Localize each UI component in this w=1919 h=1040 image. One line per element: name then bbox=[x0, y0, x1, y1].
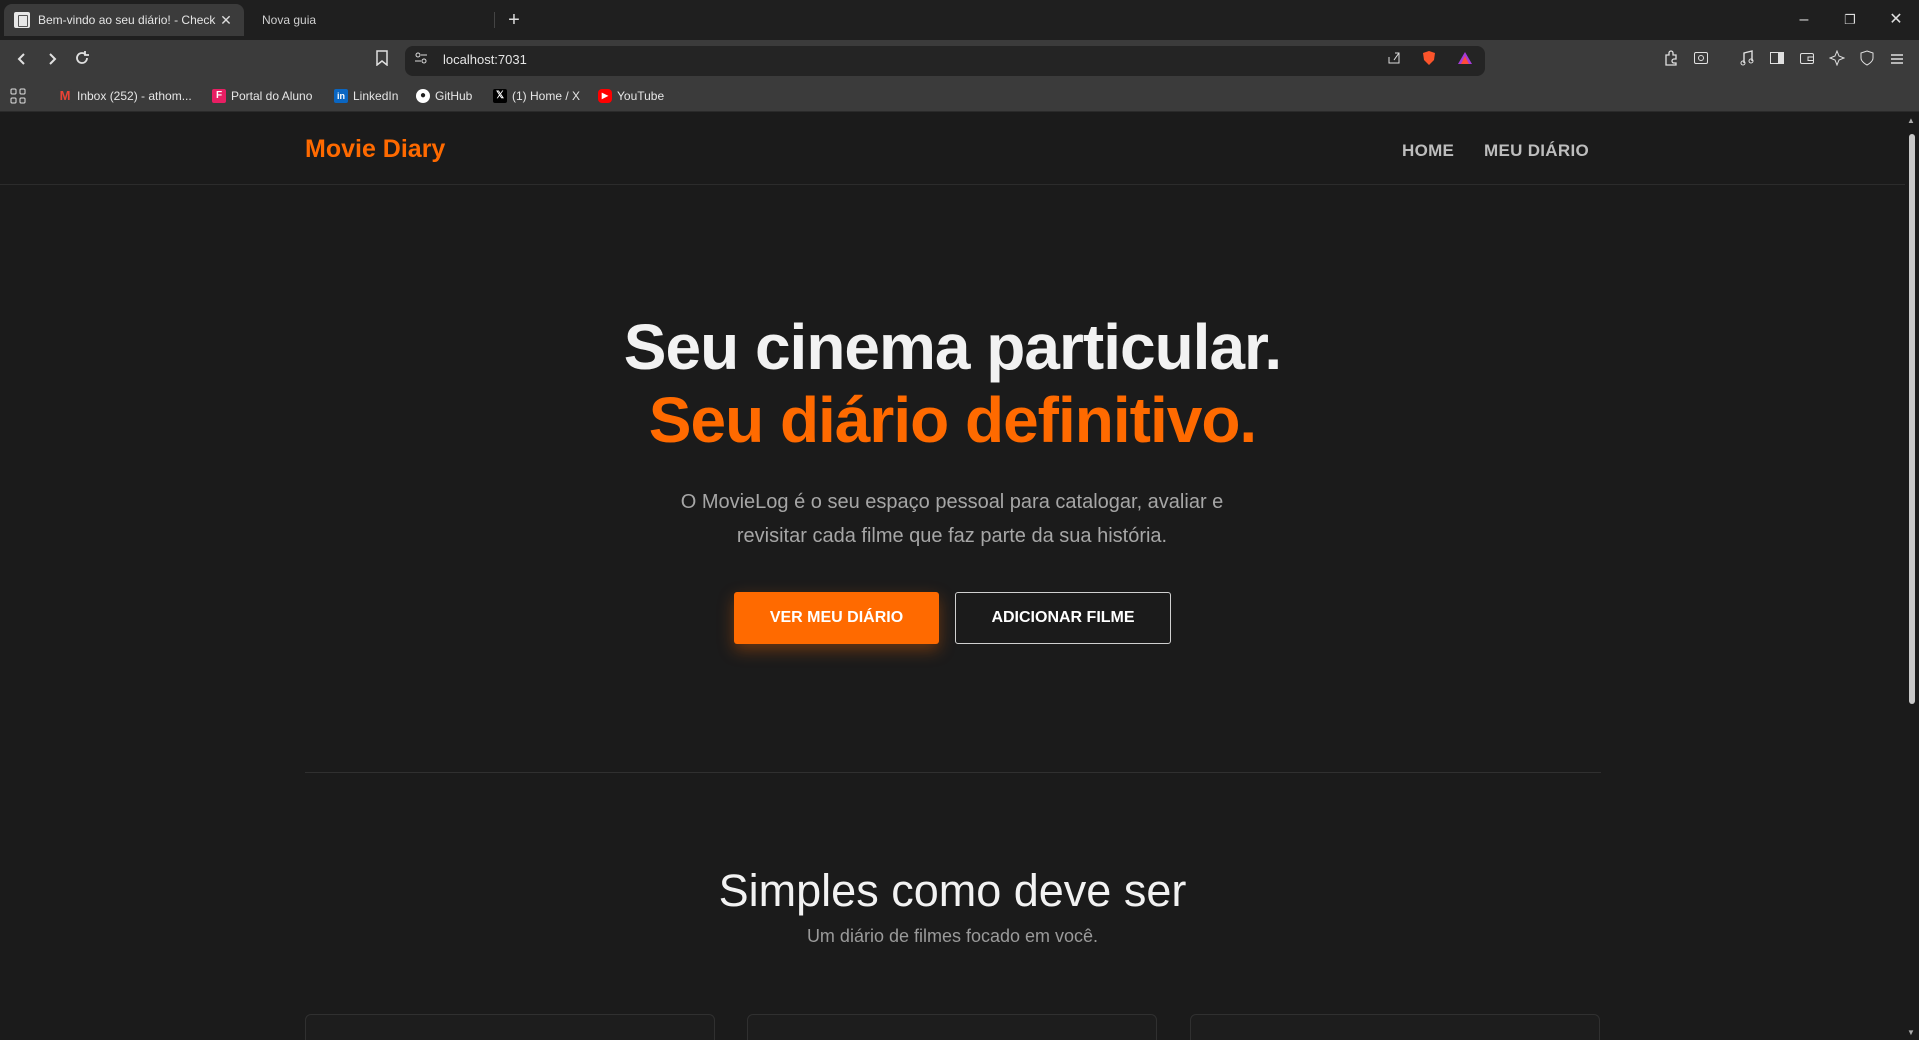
scroll-down-icon[interactable]: ▼ bbox=[1907, 1028, 1915, 1037]
media-icon[interactable] bbox=[1733, 46, 1761, 74]
site-info-icon[interactable] bbox=[410, 50, 432, 72]
extensions-icon[interactable] bbox=[1657, 46, 1685, 74]
menu-icon[interactable] bbox=[1883, 46, 1911, 74]
tab-title: Bem-vindo ao seu diário! - Check bbox=[38, 13, 216, 27]
scroll-up-icon[interactable]: ▲ bbox=[1907, 116, 1915, 125]
back-icon[interactable] bbox=[8, 46, 36, 74]
bookmark-gmail[interactable]: M Inbox (252) - athom... bbox=[58, 86, 192, 106]
tab-separator bbox=[494, 12, 495, 28]
portal-icon: F bbox=[212, 89, 226, 103]
nav-meu-diario[interactable]: MEU DIÁRIO bbox=[1484, 141, 1589, 161]
hero-subtitle: O MovieLog é o seu espaço pessoal para c… bbox=[680, 491, 1224, 547]
bookmark-label: YouTube bbox=[617, 89, 665, 103]
scrollbar-thumb[interactable] bbox=[1909, 134, 1915, 704]
bookmark-portal-aluno[interactable]: F Portal do Aluno bbox=[212, 86, 312, 106]
brave-shield-icon[interactable] bbox=[1418, 50, 1440, 72]
hero-title-line2: Seu diário definitivo. bbox=[648, 384, 1257, 456]
bookmark-label: LinkedIn bbox=[353, 89, 399, 103]
tab-active[interactable]: Bem-vindo ao seu diário! - Check ✕ bbox=[4, 4, 244, 36]
tab-title: Nova guia bbox=[262, 13, 317, 27]
bookmark-linkedin[interactable]: in LinkedIn bbox=[334, 86, 398, 106]
translate-icon[interactable] bbox=[1687, 46, 1715, 74]
share-icon[interactable] bbox=[1383, 50, 1405, 72]
forward-icon[interactable] bbox=[38, 46, 66, 74]
reload-icon[interactable] bbox=[68, 46, 96, 74]
apps-grid-icon[interactable] bbox=[10, 86, 26, 106]
minimize-button[interactable]: – bbox=[1781, 0, 1827, 40]
x-icon: 𝕏 bbox=[493, 89, 507, 103]
bookmark-label: Inbox (252) - athom... bbox=[77, 89, 192, 103]
bookmark-youtube[interactable]: ▶ YouTube bbox=[598, 86, 664, 106]
address-url[interactable]: localhost:7031 bbox=[443, 52, 527, 67]
address-bar[interactable] bbox=[405, 46, 1485, 76]
feature-card bbox=[747, 1014, 1157, 1040]
bookmark-x[interactable]: 𝕏 (1) Home / X bbox=[493, 86, 580, 106]
gmail-icon: M bbox=[58, 88, 72, 103]
page-viewport: Movie Diary HOME MEU DIÁRIO Seu cinema p… bbox=[0, 113, 1905, 1040]
tab-strip: Bem-vindo ao seu diário! - Check ✕ Nova … bbox=[0, 0, 1919, 40]
site-navbar: Movie Diary HOME MEU DIÁRIO bbox=[0, 113, 1905, 185]
features-subtitle: Um diário de filmes focado em você. bbox=[806, 926, 1099, 946]
sidebar-icon[interactable] bbox=[1763, 46, 1791, 74]
bookmark-github[interactable]: ● GitHub bbox=[416, 86, 472, 106]
youtube-icon: ▶ bbox=[598, 89, 612, 103]
hero-title-line1: Seu cinema particular. bbox=[623, 311, 1282, 383]
ver-meu-diario-button[interactable]: VER MEU DIÁRIO bbox=[734, 592, 939, 644]
restore-button[interactable]: ❐ bbox=[1827, 0, 1873, 40]
brave-rewards-icon[interactable] bbox=[1454, 50, 1476, 72]
feature-card bbox=[305, 1014, 715, 1040]
bookmark-label: Portal do Aluno bbox=[231, 89, 313, 103]
tab-close-icon[interactable]: ✕ bbox=[218, 12, 234, 29]
page-favicon-icon bbox=[14, 12, 30, 28]
section-divider bbox=[305, 772, 1601, 773]
linkedin-icon: in bbox=[334, 89, 348, 103]
tab-new[interactable]: Nova guia bbox=[252, 4, 492, 36]
features-title: Simples como deve ser bbox=[718, 865, 1187, 916]
bookmark-label: (1) Home / X bbox=[512, 89, 581, 103]
wallet-icon[interactable] bbox=[1793, 46, 1821, 74]
github-icon: ● bbox=[416, 89, 430, 103]
adicionar-filme-button[interactable]: ADICIONAR FILME bbox=[955, 592, 1171, 644]
feature-card bbox=[1190, 1014, 1600, 1040]
close-window-button[interactable]: ✕ bbox=[1873, 0, 1919, 40]
vpn-shield-icon[interactable] bbox=[1853, 46, 1881, 74]
bookmark-label: GitHub bbox=[435, 89, 473, 103]
brand-logo[interactable]: Movie Diary bbox=[305, 135, 445, 164]
nav-home[interactable]: HOME bbox=[1402, 141, 1454, 161]
new-tab-button[interactable]: + bbox=[500, 6, 528, 34]
leo-ai-icon[interactable] bbox=[1823, 46, 1851, 74]
bookmark-icon[interactable] bbox=[368, 46, 396, 74]
